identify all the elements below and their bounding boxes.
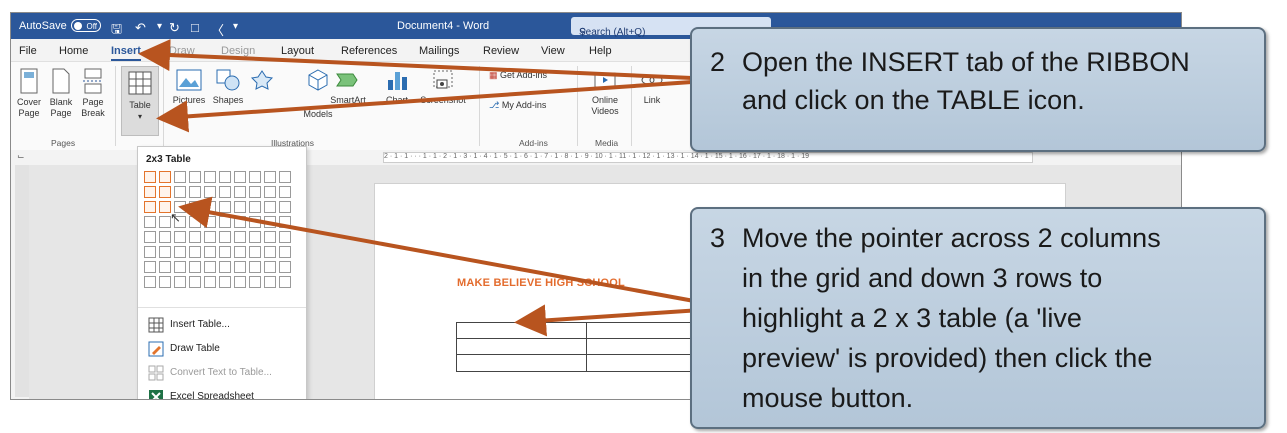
callout-line: in the grid and down 3 rows to (742, 263, 1103, 293)
callout-number: 2 (710, 47, 726, 77)
callout-line: Move the pointer across 2 columns (742, 223, 1161, 253)
callout-line: and click on the TABLE icon. (742, 85, 1085, 115)
callout-line: Open the INSERT tab of the RIBBON (742, 47, 1190, 77)
arrow-to-table-grid (178, 196, 717, 307)
callout-line: mouse button. (742, 383, 914, 413)
arrow-to-table-preview (514, 304, 717, 337)
arrow-to-insert-tab (138, 39, 693, 80)
callout-number: 3 (710, 223, 726, 253)
callout-line: preview' is provided) then click the (742, 343, 1153, 373)
arrow-to-table-icon (156, 80, 693, 133)
callout-step-3: 3 Move the pointer across 2 columns in t… (690, 207, 1266, 429)
callout-line: highlight a 2 x 3 table (a 'live (742, 303, 1082, 333)
callout-step-2: 2 Open the INSERT tab of the RIBBON and … (690, 27, 1266, 152)
